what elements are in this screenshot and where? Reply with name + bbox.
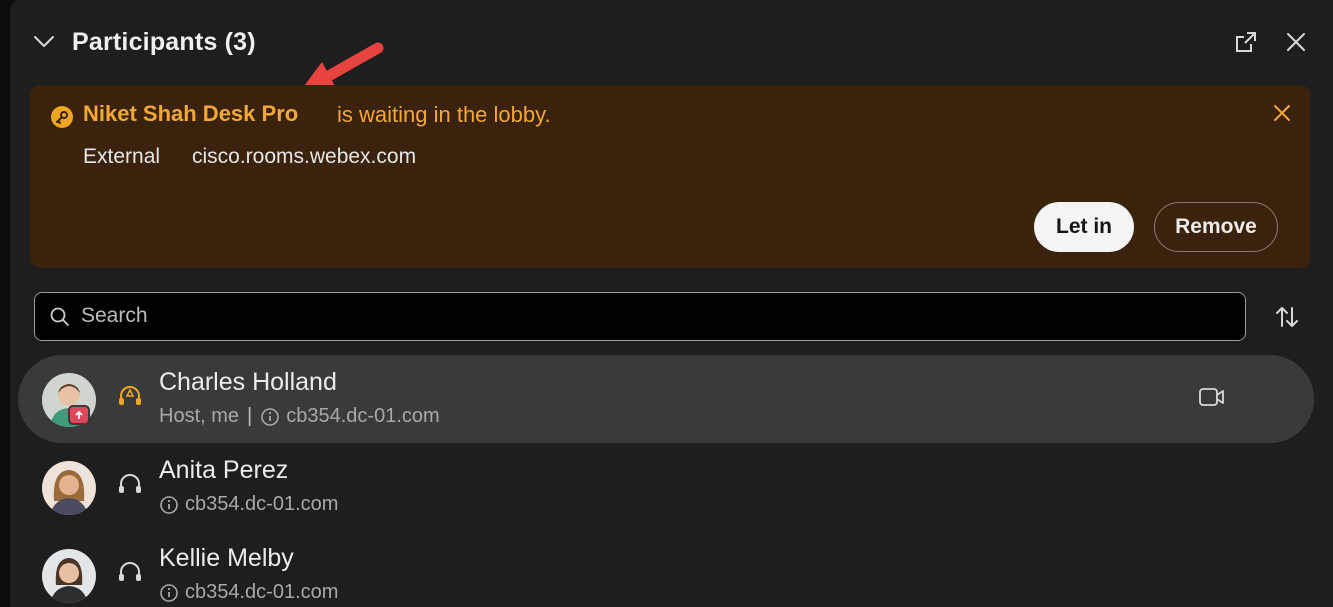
let-in-button[interactable]: Let in bbox=[1034, 202, 1134, 252]
close-icon[interactable] bbox=[1282, 28, 1310, 56]
lobby-message: is waiting in the lobby. bbox=[337, 102, 551, 127]
lobby-participant-domain: cisco.rooms.webex.com bbox=[192, 145, 417, 168]
avatar bbox=[42, 461, 96, 515]
share-icon bbox=[68, 405, 90, 425]
participant-details: cb354.dc-01.com bbox=[159, 493, 338, 516]
participant-domain: cb354.dc-01.com bbox=[185, 581, 339, 603]
sort-icon[interactable] bbox=[1272, 302, 1302, 332]
video-icon bbox=[1199, 388, 1224, 406]
participant-row[interactable]: Kellie Melby cb354.dc-01.com bbox=[18, 531, 1314, 607]
participant-row[interactable]: Charles Holland Host, me | cb354.dc-01.c… bbox=[18, 355, 1314, 443]
participants-panel: Participants (3) Niket Shah Desk Pro is … bbox=[10, 0, 1333, 607]
info-icon bbox=[160, 583, 178, 602]
info-icon bbox=[160, 495, 178, 514]
remove-button[interactable]: Remove bbox=[1154, 202, 1278, 252]
lobby-participant-name: Niket Shah Desk Pro bbox=[83, 101, 299, 126]
participant-row[interactable]: Anita Perez cb354.dc-01.com bbox=[18, 443, 1314, 531]
search-icon bbox=[50, 307, 69, 326]
participant-name: Anita Perez bbox=[159, 456, 289, 484]
participant-details: cb354.dc-01.com bbox=[159, 581, 338, 604]
lobby-close-icon[interactable] bbox=[1270, 101, 1294, 125]
participant-role: Host, me bbox=[159, 405, 240, 427]
headset-active-icon bbox=[119, 386, 141, 405]
search-input[interactable] bbox=[81, 301, 1221, 331]
chevron-down-icon[interactable] bbox=[30, 28, 58, 56]
divider: | bbox=[247, 405, 253, 427]
panel-header: Participants (3) bbox=[10, 16, 1333, 72]
lobby-notification: Niket Shah Desk Pro is waiting in the lo… bbox=[30, 85, 1310, 268]
search-box bbox=[34, 292, 1246, 341]
info-icon bbox=[261, 407, 280, 426]
participant-name: Kellie Melby bbox=[159, 544, 294, 572]
key-icon bbox=[51, 106, 73, 128]
participant-domain: cb354.dc-01.com bbox=[185, 493, 339, 515]
lobby-participant-type: External bbox=[83, 145, 161, 168]
headset-icon bbox=[119, 474, 141, 493]
participant-name: Charles Holland bbox=[159, 368, 337, 396]
panel-title: Participants (3) bbox=[72, 28, 256, 56]
headset-icon bbox=[119, 562, 141, 581]
participant-details: Host, me | cb354.dc-01.com bbox=[159, 405, 440, 428]
avatar bbox=[42, 549, 96, 603]
participant-domain: cb354.dc-01.com bbox=[286, 405, 440, 427]
popout-icon[interactable] bbox=[1232, 28, 1260, 56]
